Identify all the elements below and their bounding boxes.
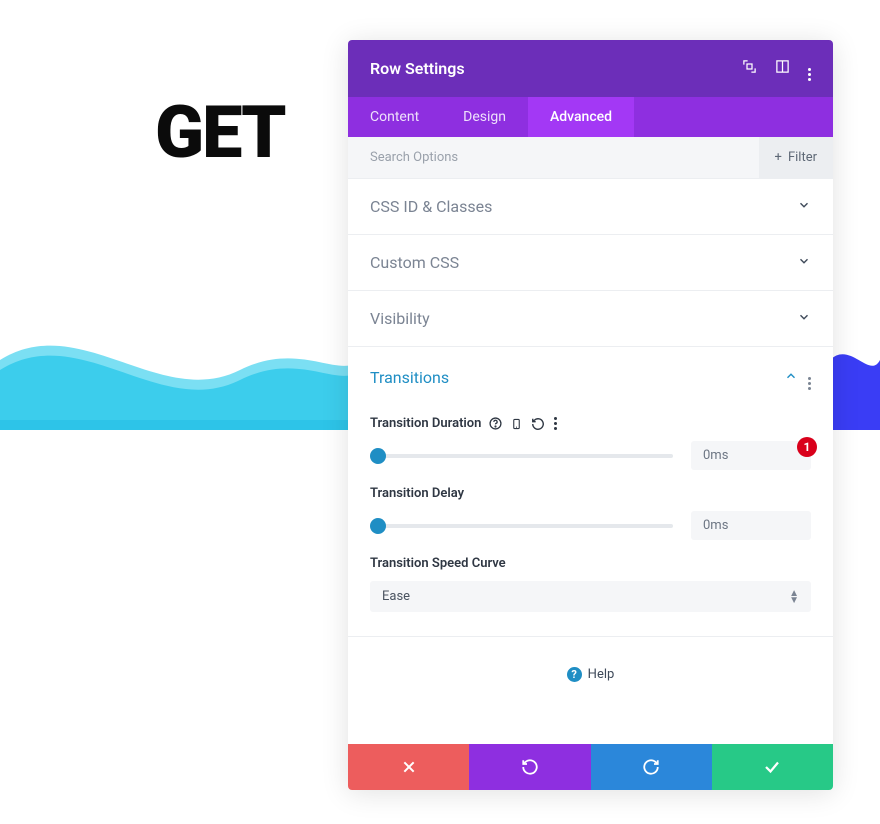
wave-decoration-right xyxy=(830,310,880,430)
slider-thumb[interactable] xyxy=(370,448,386,464)
chevron-up-icon xyxy=(784,368,798,387)
panel-footer xyxy=(348,744,833,790)
filter-button[interactable]: + Filter xyxy=(759,137,833,179)
section-css-id[interactable]: CSS ID & Classes xyxy=(348,179,833,235)
help-label: Help xyxy=(588,667,615,682)
reset-icon[interactable] xyxy=(531,417,545,431)
slider-thumb[interactable] xyxy=(370,518,386,534)
filter-label: Filter xyxy=(788,150,817,165)
help-row[interactable]: ? Help xyxy=(348,637,833,744)
snap-view-icon[interactable] xyxy=(775,59,790,78)
responsive-icon[interactable] xyxy=(511,417,522,431)
option-more-icon[interactable] xyxy=(554,417,557,430)
background-heading: GET xyxy=(155,90,285,175)
panel-title: Row Settings xyxy=(370,59,465,78)
curve-select[interactable]: Ease ▲▼ xyxy=(370,581,811,612)
plus-icon: + xyxy=(775,150,782,165)
chevron-down-icon xyxy=(797,197,811,216)
tab-advanced[interactable]: Advanced xyxy=(528,97,634,137)
duration-label: Transition Duration xyxy=(370,416,481,431)
help-icon[interactable] xyxy=(489,417,502,430)
delay-value-input[interactable]: 0ms xyxy=(691,511,811,540)
chevron-down-icon xyxy=(797,253,811,272)
search-row: Search Options + Filter xyxy=(348,137,833,179)
delay-slider[interactable] xyxy=(370,518,673,534)
header-action-icons xyxy=(742,56,811,81)
option-speed-curve: Transition Speed Curve Ease ▲▼ xyxy=(370,556,811,612)
search-input[interactable]: Search Options xyxy=(348,150,458,165)
expand-icon[interactable] xyxy=(742,59,757,78)
modified-badge: 1 xyxy=(797,437,817,457)
cancel-button[interactable] xyxy=(348,744,469,790)
wave-decoration-left xyxy=(0,310,360,430)
row-settings-panel: Row Settings Content Design Advanced Sea… xyxy=(348,40,833,790)
section-custom-css[interactable]: Custom CSS xyxy=(348,235,833,291)
tabs-bar: Content Design Advanced xyxy=(348,97,833,137)
section-transitions[interactable]: Transitions xyxy=(348,347,833,398)
delay-label: Transition Delay xyxy=(370,486,464,501)
curve-label: Transition Speed Curve xyxy=(370,556,506,571)
option-transition-delay: Transition Delay 0ms xyxy=(370,486,811,540)
chevron-down-icon xyxy=(797,309,811,328)
tab-content[interactable]: Content xyxy=(348,97,441,137)
section-visibility[interactable]: Visibility xyxy=(348,291,833,347)
section-more-icon[interactable] xyxy=(808,365,811,390)
select-arrows-icon: ▲▼ xyxy=(789,590,799,604)
duration-slider[interactable] xyxy=(370,448,673,464)
duration-value-input[interactable]: 0ms xyxy=(691,441,811,470)
transitions-body: Transition Duration 0ms 1 Tran xyxy=(348,398,833,637)
save-button[interactable] xyxy=(712,744,833,790)
tab-design[interactable]: Design xyxy=(441,97,528,137)
help-circle-icon: ? xyxy=(567,667,582,682)
more-menu-icon[interactable] xyxy=(808,56,811,81)
redo-button[interactable] xyxy=(591,744,712,790)
undo-button[interactable] xyxy=(469,744,590,790)
curve-value: Ease xyxy=(382,589,410,604)
panel-header: Row Settings xyxy=(348,40,833,97)
option-transition-duration: Transition Duration 0ms 1 xyxy=(370,416,811,470)
